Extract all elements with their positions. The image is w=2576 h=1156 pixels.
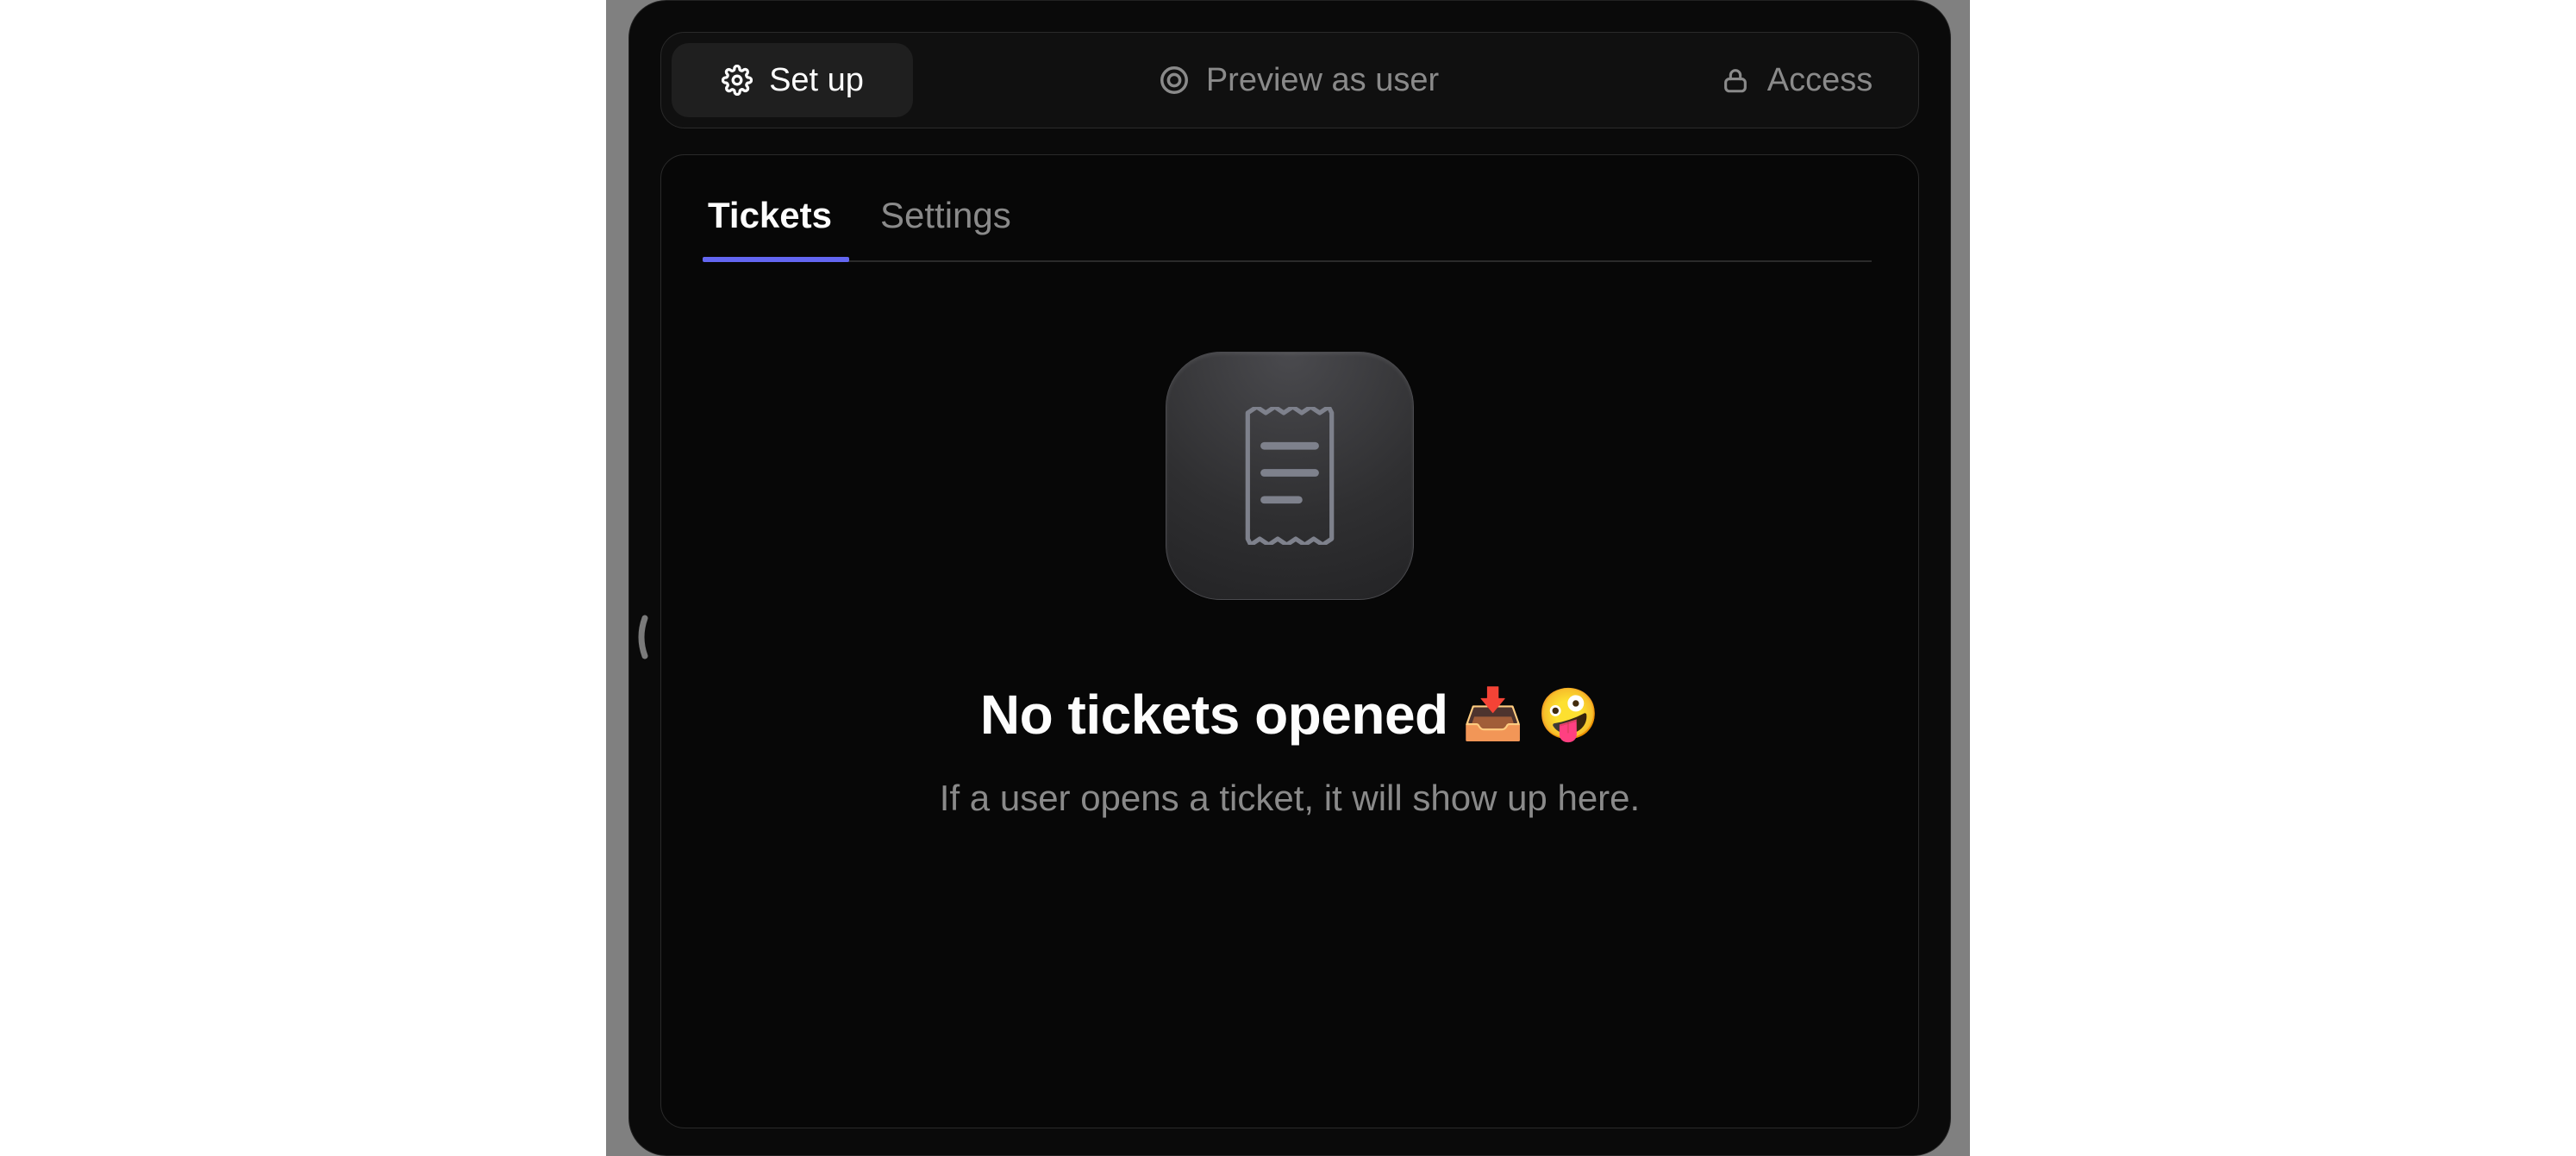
zany-face-emoji-icon: 🤪 <box>1537 685 1599 744</box>
chevron-left-handle-icon <box>634 613 649 661</box>
inbox-emoji-icon: 📥 <box>1462 685 1524 744</box>
lock-icon <box>1719 64 1752 97</box>
access-label: Access <box>1767 62 1873 99</box>
content-card: Tickets Settings No tickets opened <box>660 154 1919 1128</box>
mode-toolbar: Set up Preview as user <box>660 32 1919 128</box>
expand-handle[interactable] <box>629 609 653 665</box>
setup-button[interactable]: Set up <box>672 43 913 117</box>
preview-label: Preview as user <box>1206 62 1439 99</box>
setup-label: Set up <box>769 62 864 99</box>
receipt-icon <box>1241 407 1338 545</box>
preview-as-user-button[interactable]: Preview as user <box>913 43 1684 117</box>
empty-title-text: No tickets opened <box>980 683 1448 747</box>
tab-settings[interactable]: Settings <box>880 195 1011 260</box>
tab-tickets-label: Tickets <box>708 195 832 235</box>
tab-settings-label: Settings <box>880 195 1011 235</box>
eye-icon <box>1158 64 1191 97</box>
access-button[interactable]: Access <box>1684 43 1908 117</box>
receipt-tile-icon <box>1166 352 1414 600</box>
empty-state-subtitle: If a user opens a ticket, it will show u… <box>940 778 1640 819</box>
tab-tickets[interactable]: Tickets <box>708 195 832 260</box>
main-card: Set up Preview as user <box>628 0 1951 1156</box>
gear-icon <box>721 64 753 97</box>
tabs-row: Tickets Settings <box>708 195 1872 262</box>
empty-state: No tickets opened 📥 🤪 If a user opens a … <box>708 352 1872 819</box>
empty-state-title: No tickets opened 📥 🤪 <box>980 683 1599 747</box>
app-window: Set up Preview as user <box>606 0 1970 1156</box>
